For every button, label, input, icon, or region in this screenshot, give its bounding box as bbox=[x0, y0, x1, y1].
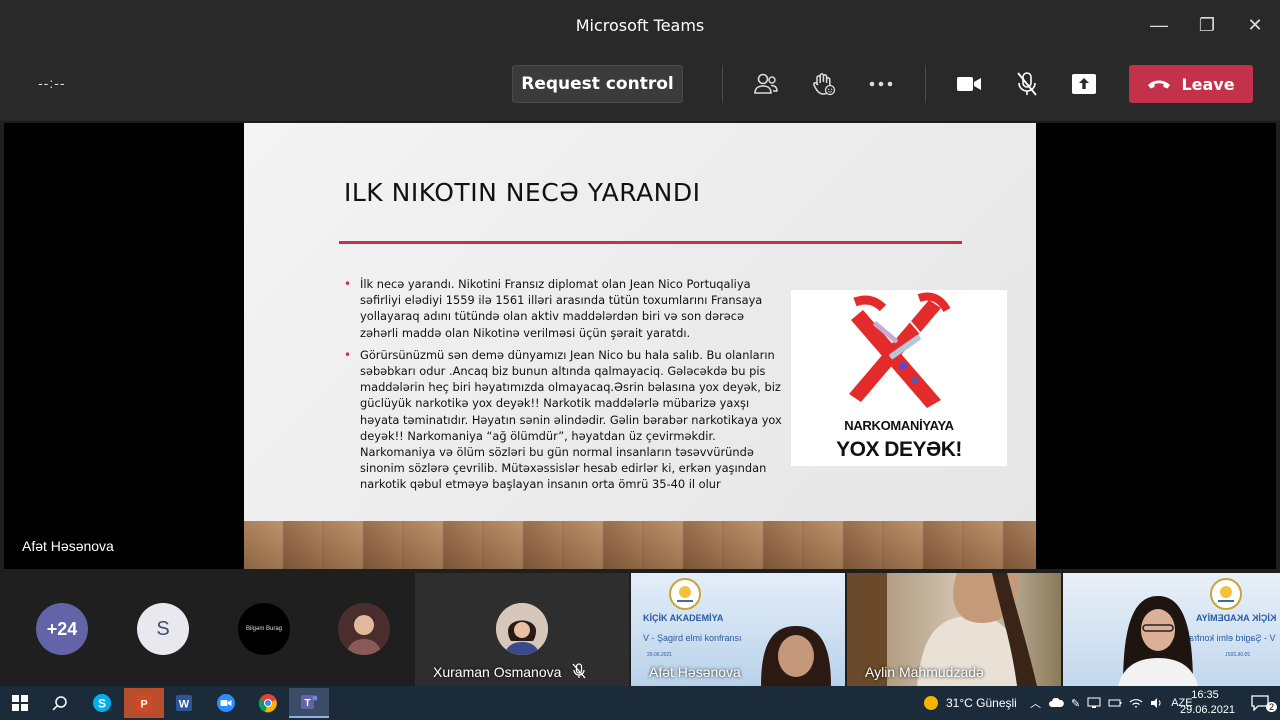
onedrive-icon[interactable] bbox=[1048, 698, 1064, 708]
participant-avatar-black[interactable]: Bilgəm Burag bbox=[238, 603, 290, 655]
poster-line-1: NARKOMANİYAYA bbox=[844, 418, 954, 433]
search-icon bbox=[52, 696, 67, 711]
battery-icon[interactable] bbox=[1108, 698, 1122, 708]
syringe-cross-graphic bbox=[849, 292, 951, 408]
taskbar-app-chrome[interactable] bbox=[248, 688, 288, 718]
teams-icon: T bbox=[301, 695, 318, 709]
toolbar-divider bbox=[925, 65, 926, 103]
title-bar: Microsoft Teams — ❐ ✕ bbox=[0, 0, 1280, 50]
leave-label: Leave bbox=[1181, 74, 1235, 94]
sun-icon bbox=[924, 696, 938, 710]
more-participants-button[interactable]: +24 bbox=[36, 603, 88, 655]
window-title: Microsoft Teams bbox=[575, 15, 705, 35]
wifi-icon[interactable] bbox=[1129, 697, 1143, 709]
slide-title: ILK NIKOTIN NECƏ YARANDI bbox=[344, 178, 701, 207]
weather-text: 31°C Güneşli bbox=[946, 696, 1017, 710]
presentation-slide: ILK NIKOTIN NECƏ YARANDI İlk necə yarand… bbox=[244, 123, 1036, 569]
chrome-icon bbox=[258, 694, 277, 713]
participant-video-afet bbox=[761, 626, 831, 686]
taskbar-app-zoom[interactable] bbox=[206, 688, 246, 718]
windows-taskbar: S P W T 31°C Güneşli ︿ ✎ AZE 16:35 29.06… bbox=[0, 686, 1280, 720]
tile-aylin[interactable]: Aylin Mahmudzadə bbox=[847, 573, 1061, 686]
taskbar-app-skype[interactable]: S bbox=[82, 688, 122, 718]
slide-bullet: Görürsünüzmü sən demə dünyamızı Jean Nic… bbox=[344, 347, 784, 493]
clock[interactable]: 16:35 29.06.2021 bbox=[1180, 688, 1236, 718]
raise-hand-icon[interactable] bbox=[808, 68, 840, 100]
notification-count: 2 bbox=[1266, 702, 1278, 712]
windows-logo-icon bbox=[12, 695, 28, 711]
request-control-button[interactable]: Request control bbox=[512, 65, 683, 103]
title-underline bbox=[339, 241, 962, 244]
start-button[interactable] bbox=[0, 688, 40, 718]
chevron-up-icon[interactable]: ︿ bbox=[1030, 695, 1041, 711]
meeting-toolbar: --:-- Request control Leave bbox=[0, 50, 1280, 122]
tile-xuraman[interactable]: Xuraman Osmanova bbox=[415, 573, 629, 686]
muted-mic-icon bbox=[572, 663, 586, 679]
banner-date: 29.06.2021 bbox=[1224, 652, 1250, 658]
maximize-button[interactable]: ❐ bbox=[1184, 0, 1230, 50]
mic-muted-icon[interactable] bbox=[1011, 68, 1043, 100]
participant-gallery: +24 S Bilgəm Burag Xuraman Osmanova KİÇİ… bbox=[0, 571, 1280, 686]
system-tray: ︿ ✎ AZE bbox=[1030, 686, 1193, 720]
taskbar-app-powerpoint[interactable]: P bbox=[124, 688, 164, 718]
clock-time: 16:35 bbox=[1191, 689, 1219, 701]
presenter-name: Afət Həsənova bbox=[22, 538, 114, 554]
slide-floor-decoration bbox=[244, 521, 1036, 569]
powerpoint-icon: P bbox=[136, 695, 152, 711]
tile-afet[interactable]: KİÇİK AKADEMİYA V - Şagird elmi konfrans… bbox=[631, 573, 845, 686]
slide-bullet: İlk necə yarandı. Nikotini Fransız diplo… bbox=[344, 276, 784, 341]
participant-video-mirror bbox=[1118, 596, 1198, 686]
anti-drug-poster: NARKOMANİYAYA YOX DEYƏK! bbox=[791, 290, 1007, 466]
tile-name: Afət Həsənova bbox=[649, 664, 741, 680]
slide-bullets: İlk necə yarandı. Nikotini Fransız diplo… bbox=[344, 276, 784, 499]
camera-icon[interactable] bbox=[953, 68, 985, 100]
close-button[interactable]: ✕ bbox=[1232, 0, 1278, 50]
svg-text:T: T bbox=[304, 698, 310, 709]
tile-name: Aylin Mahmudzadə bbox=[865, 664, 984, 680]
participant-avatar-s[interactable]: S bbox=[137, 603, 189, 655]
network-icon[interactable] bbox=[1087, 697, 1101, 709]
toolbar-divider bbox=[722, 65, 723, 103]
banner-subtitle: V - Şagird elmi konfransı bbox=[643, 633, 742, 643]
skype-icon: S bbox=[93, 694, 111, 712]
participant-avatar-photo[interactable] bbox=[338, 603, 390, 655]
share-screen-icon[interactable] bbox=[1068, 68, 1100, 100]
leave-button[interactable]: Leave bbox=[1129, 65, 1253, 103]
word-icon: W bbox=[176, 695, 192, 711]
tile-name: Xuraman Osmanova bbox=[433, 664, 562, 680]
taskbar-app-word[interactable]: W bbox=[164, 688, 204, 718]
svg-text:S: S bbox=[98, 697, 106, 711]
taskbar-app-teams[interactable]: T bbox=[289, 688, 329, 718]
poster-line-2: YOX DEYƏK! bbox=[836, 438, 962, 461]
banner-title: KİÇİK AKADEMİYA bbox=[643, 613, 724, 623]
more-actions-icon[interactable] bbox=[865, 68, 897, 100]
pen-icon[interactable]: ✎ bbox=[1071, 697, 1080, 710]
banner-date: 29.06.2021 bbox=[647, 652, 673, 658]
tile-mirror[interactable]: KİÇİK AKADEMİYA V - Şagird elmi konfrans… bbox=[1063, 573, 1280, 686]
notifications-button[interactable]: 2 bbox=[1240, 688, 1280, 718]
minimize-button[interactable]: — bbox=[1136, 0, 1182, 50]
svg-text:W: W bbox=[179, 699, 190, 711]
clock-date: 29.06.2021 bbox=[1180, 704, 1236, 716]
hang-up-icon bbox=[1148, 80, 1171, 89]
zoom-icon bbox=[217, 694, 235, 712]
svg-text:P: P bbox=[140, 699, 147, 711]
participants-icon[interactable] bbox=[750, 68, 782, 100]
akademiya-logo-icon bbox=[669, 578, 701, 610]
search-button[interactable] bbox=[40, 688, 80, 718]
participant-avatar-xuraman bbox=[496, 603, 548, 655]
weather-widget[interactable]: 31°C Güneşli bbox=[922, 686, 1017, 720]
volume-icon[interactable] bbox=[1150, 697, 1164, 709]
meeting-timer: --:-- bbox=[38, 75, 66, 91]
akademiya-logo-icon bbox=[1210, 578, 1242, 610]
